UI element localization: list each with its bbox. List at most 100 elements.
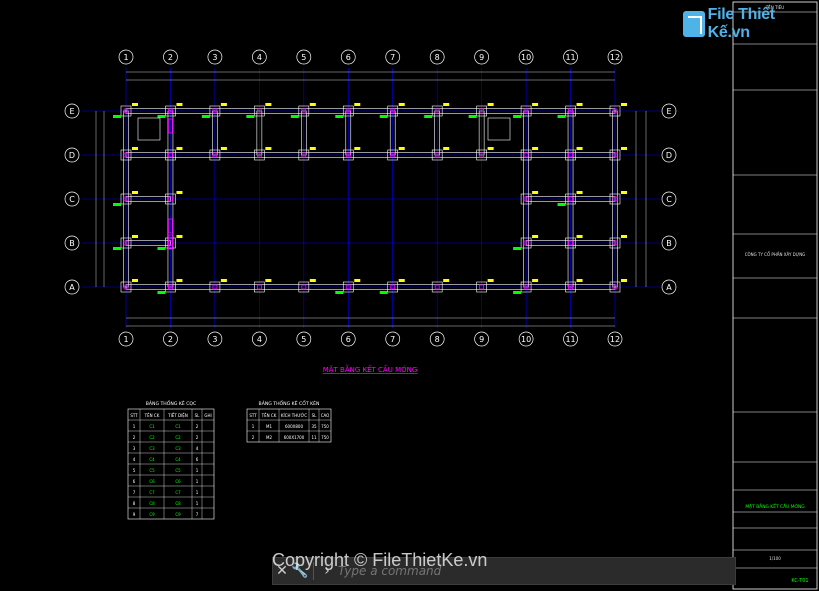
rebar-mark (513, 115, 522, 118)
table2-cell: 600X800 (285, 424, 303, 429)
rebar-mark (113, 203, 121, 206)
table1-header: TÊN CK (144, 413, 160, 418)
footing-tag (576, 191, 583, 194)
table1-cell: C3 (175, 446, 181, 451)
grid-label-row: D (69, 151, 75, 160)
footing-tag (132, 103, 138, 106)
table1-cell: 7 (196, 512, 199, 517)
command-input[interactable] (336, 560, 735, 582)
close-icon[interactable]: ✕ (273, 563, 291, 579)
table1-header: GHI (204, 413, 211, 418)
title-block-sheet: KC-T01 (791, 578, 808, 584)
cad-drawing-canvas[interactable]: TÊN TIÊUCÔNG TY CỔ PHẦN XÂY DỰNGMẶT BẰNG… (0, 0, 819, 591)
rebar-mark (379, 291, 388, 294)
command-separator (313, 562, 314, 580)
rebar-mark (201, 115, 210, 118)
footing-tag (443, 279, 450, 282)
table1-cell: C9 (175, 512, 181, 517)
table2-header: KÍCH THƯỚC (281, 413, 307, 418)
footing-tag (532, 235, 539, 238)
grid-label-col: 9 (479, 335, 484, 344)
table1-cell: 7 (133, 490, 136, 495)
footing-tag (265, 103, 272, 106)
footing-tag (176, 103, 183, 106)
grid-label-col: 10 (521, 335, 531, 344)
table1-cell: C5 (149, 468, 155, 473)
footing-tag (487, 279, 494, 282)
stair-block (487, 117, 511, 141)
grid-label-col: 12 (610, 53, 620, 62)
table1-cell: 9 (133, 512, 136, 517)
footing-tag (220, 279, 227, 282)
footing-tag (176, 235, 183, 238)
rebar-mark (513, 291, 522, 294)
table1-cell: C1 (175, 424, 181, 429)
footing-tag (621, 191, 627, 194)
command-prompt-icon: › (324, 563, 330, 579)
grid-label-col: 1 (123, 335, 128, 344)
table1-cell: 1 (196, 468, 199, 473)
table1-cell: C4 (175, 457, 181, 462)
rebar-mark (424, 115, 433, 118)
table1-cell: C6 (149, 479, 155, 484)
rebar-mark (468, 115, 477, 118)
grid-label-col: 1 (123, 53, 128, 62)
table1-cell: 4 (196, 446, 199, 451)
footing-tag (354, 147, 361, 150)
footing-tag (398, 103, 405, 106)
rebar-mark (246, 115, 255, 118)
grid-label-col: 5 (301, 335, 306, 344)
table1-cell: C1 (149, 424, 155, 429)
table2-cell: 2 (252, 435, 255, 440)
table2-header: SL (312, 413, 318, 418)
grid-label-row: C (666, 195, 672, 204)
rebar-mark (513, 247, 522, 250)
footing-tag (621, 103, 627, 106)
table1-title: BẢNG THỐNG KÊ CỌC (146, 399, 197, 407)
table2-cell: M1 (266, 424, 272, 429)
grid-label-row: E (69, 107, 74, 116)
grid-label-col: 4 (257, 53, 262, 62)
grid-label-col: 2 (168, 53, 173, 62)
table1-cell: C4 (149, 457, 155, 462)
table1-header: SL (195, 413, 201, 418)
footing-tag (176, 191, 183, 194)
grid-label-col: 7 (390, 335, 395, 344)
footing-tag (487, 103, 494, 106)
schedule-tables: BẢNG THỐNG KÊ CỌCSTT TÊN CK TIẾT DIỆN SL GHI… (127, 399, 332, 520)
table1-cell: 8 (133, 501, 136, 506)
grid-label-col: 6 (346, 53, 351, 62)
rebar-mark (113, 247, 121, 250)
table2-cell: 750 (321, 435, 329, 440)
rebar-mark (557, 115, 566, 118)
table1-cell: C8 (149, 501, 155, 506)
grid-label-col: 7 (390, 53, 395, 62)
logo-text: File Thiết Kế.vn (707, 6, 776, 41)
table1-cell: C8 (175, 501, 181, 506)
logo-icon (683, 11, 705, 37)
footing-tag (621, 279, 627, 282)
footing-tag (576, 147, 583, 150)
table1-cell: C7 (149, 490, 155, 495)
rebar-mark (157, 291, 166, 294)
grid-label-row: C (69, 195, 75, 204)
table1-cell: 6 (196, 457, 199, 462)
table1-cell: 2 (196, 424, 199, 429)
grid-label-col: 10 (521, 53, 531, 62)
table1-cell: C2 (175, 435, 181, 440)
footing-tag (576, 103, 583, 106)
footing-tag (132, 235, 138, 238)
table1-cell: 2 (196, 435, 199, 440)
footing-tag (621, 235, 627, 238)
table2-cell: 750 (321, 424, 329, 429)
footing-tag (398, 279, 405, 282)
wrench-icon[interactable]: 🔧 (291, 563, 309, 579)
plan-title: MẶT BẰNG KẾT CẤU MÓNG (323, 364, 418, 374)
table1-header: TIẾT DIỆN (167, 412, 188, 418)
grid-label-col: 4 (257, 335, 262, 344)
rebar-mark (379, 115, 388, 118)
footing-tag (354, 103, 361, 106)
title-block-drawing-name: MẶT BẰNG KẾT CẤU MÓNG (745, 502, 805, 510)
table1-cell: 1 (196, 479, 199, 484)
rebar-mark (335, 115, 344, 118)
